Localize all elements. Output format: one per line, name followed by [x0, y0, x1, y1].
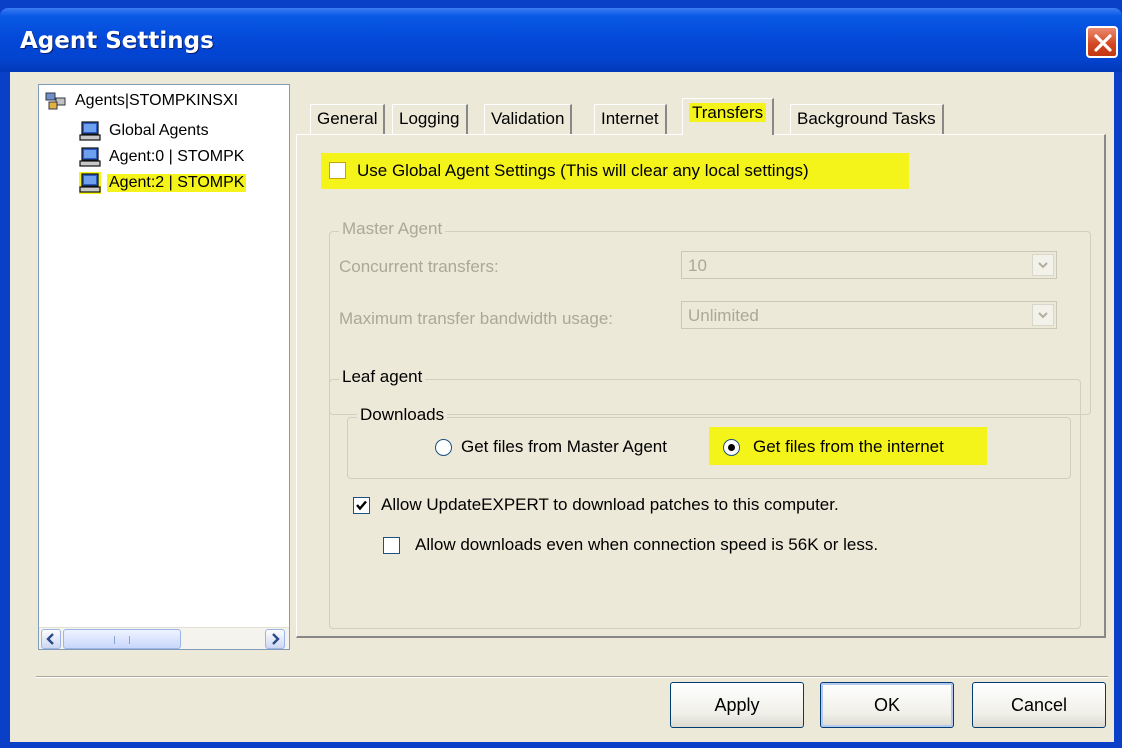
max-bandwidth-select[interactable]: Unlimited: [681, 301, 1057, 329]
ok-label: OK: [873, 694, 900, 715]
tree-item-label: Agent:2 | STOMPK: [107, 174, 247, 192]
max-bandwidth-value: Unlimited: [688, 306, 759, 325]
tree-horizontal-scrollbar[interactable]: [39, 627, 289, 649]
close-button[interactable]: [1086, 26, 1118, 58]
tab-general[interactable]: General: [310, 104, 386, 134]
allow-slow-checkbox[interactable]: [383, 537, 400, 554]
close-icon: [1094, 34, 1112, 52]
computer-icon: [79, 172, 101, 194]
computer-icon: [79, 120, 101, 142]
tab-background-tasks[interactable]: Background Tasks: [790, 104, 944, 134]
allow-download-checkbox[interactable]: [353, 497, 370, 514]
tree-item-label: Global Agents: [109, 122, 209, 139]
concurrent-transfers-label: Concurrent transfers:: [339, 257, 499, 276]
scroll-thumb[interactable]: [63, 629, 181, 649]
dropdown-arrow[interactable]: [1032, 254, 1054, 276]
dropdown-arrow[interactable]: [1032, 304, 1054, 326]
concurrent-transfers-select[interactable]: 10: [681, 251, 1057, 279]
radio-internet[interactable]: [723, 439, 740, 456]
chevron-down-icon: [1038, 312, 1048, 319]
tab-validation[interactable]: Validation: [484, 104, 573, 134]
master-agent-title: Master Agent: [339, 219, 446, 239]
ok-button[interactable]: OK: [820, 682, 954, 728]
window-bottom-border: [0, 742, 1122, 748]
concurrent-transfers-value: 10: [688, 256, 707, 275]
use-global-checkbox[interactable]: [329, 162, 346, 179]
tab-logging[interactable]: Logging: [392, 104, 468, 134]
agent-tree[interactable]: Agents|STOMPKINSXI Global Agents Agent:0…: [38, 84, 290, 650]
radio-internet-label: Get files from the internet: [753, 437, 944, 456]
scroll-left-button[interactable]: [41, 629, 61, 649]
chevron-right-icon: [272, 633, 280, 645]
agent-settings-window: Agent Settings Agents|STOMPKINSXI Global…: [0, 0, 1122, 748]
dialog-client-area: Agents|STOMPKINSXI Global Agents Agent:0…: [10, 72, 1114, 742]
scroll-right-button[interactable]: [265, 629, 285, 649]
tree-item-agent-2[interactable]: Agent:2 | STOMPK: [79, 171, 247, 195]
checkmark-icon: [356, 500, 367, 511]
apply-label: Apply: [714, 694, 760, 715]
tab-transfers[interactable]: Transfers: [682, 98, 775, 135]
downloads-title: Downloads: [357, 405, 448, 425]
agents-group-icon: [45, 90, 67, 112]
chevron-left-icon: [46, 633, 54, 645]
radio-master-agent[interactable]: [435, 439, 452, 456]
tab-internet[interactable]: Internet: [594, 104, 667, 134]
transfers-tab-panel: Use Global Agent Settings (This will cle…: [296, 134, 1106, 638]
tree-root[interactable]: Agents|STOMPKINSXI: [45, 89, 240, 113]
separator: [36, 676, 1108, 678]
cancel-button[interactable]: Cancel: [972, 682, 1106, 728]
leaf-agent-title: Leaf agent: [339, 367, 426, 387]
tree-item-label: Agent:0 | STOMPK: [109, 148, 245, 165]
allow-slow-label: Allow downloads even when connection spe…: [415, 535, 879, 554]
tree-root-label: Agents|STOMPKINSXI: [75, 92, 239, 109]
cancel-label: Cancel: [1010, 694, 1068, 715]
apply-button[interactable]: Apply: [670, 682, 804, 728]
window-title: Agent Settings: [20, 28, 214, 54]
title-bar[interactable]: Agent Settings: [0, 8, 1122, 72]
tree-item-agent-0[interactable]: Agent:0 | STOMPK: [79, 145, 246, 169]
chevron-down-icon: [1038, 262, 1048, 269]
allow-download-label: Allow UpdateEXPERT to download patches t…: [381, 495, 839, 514]
computer-icon: [79, 146, 101, 168]
radio-master-agent-label: Get files from Master Agent: [461, 437, 667, 456]
use-global-label: Use Global Agent Settings (This will cle…: [357, 161, 809, 180]
max-bandwidth-label: Maximum transfer bandwidth usage:: [339, 309, 614, 328]
tree-item-global-agents[interactable]: Global Agents: [79, 119, 211, 143]
